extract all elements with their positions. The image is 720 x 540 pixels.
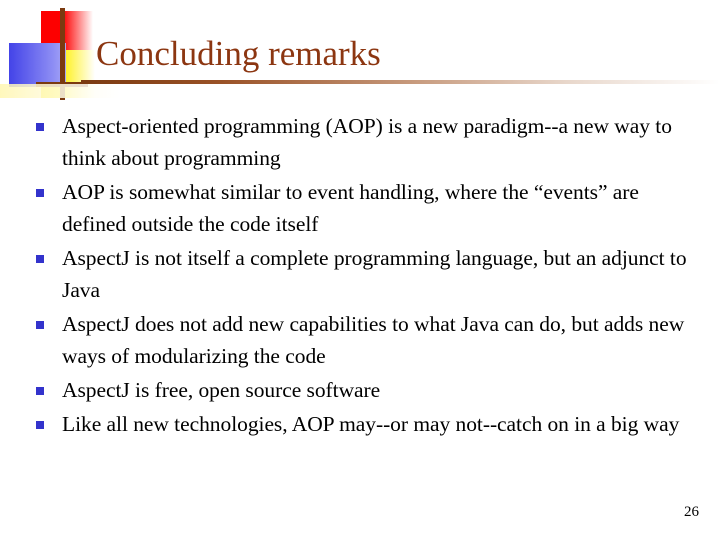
bullet-list: Aspect-oriented programming (AOP) is a n… — [32, 110, 692, 442]
list-item: Aspect-oriented programming (AOP) is a n… — [32, 110, 692, 174]
list-item-text: AspectJ does not add new capabilities to… — [62, 312, 685, 368]
list-item-text: AspectJ is free, open source software — [62, 378, 381, 402]
list-item: Like all new technologies, AOP may--or m… — [32, 408, 692, 440]
list-item: AspectJ does not add new capabilities to… — [32, 308, 692, 372]
list-item-text: AspectJ is not itself a complete program… — [62, 246, 687, 302]
list-item-text: AOP is somewhat similar to event handlin… — [62, 180, 639, 236]
square-bullet-icon — [32, 176, 62, 197]
square-bullet-icon — [32, 374, 62, 395]
square-bullet-icon — [32, 242, 62, 263]
title-rule-wash — [0, 84, 120, 98]
title-underline-rule — [81, 80, 720, 84]
blue-square-icon — [9, 43, 66, 87]
list-item-text: Aspect-oriented programming (AOP) is a n… — [62, 114, 672, 170]
list-item: AspectJ is not itself a complete program… — [32, 242, 692, 306]
square-bullet-icon — [32, 110, 62, 131]
square-bullet-icon — [32, 408, 62, 429]
list-item: AOP is somewhat similar to event handlin… — [32, 176, 692, 240]
slide-title: Concluding remarks — [96, 34, 381, 73]
page-number: 26 — [684, 504, 699, 520]
red-square-icon — [41, 11, 93, 55]
square-bullet-icon — [32, 308, 62, 329]
slide-canvas: Concluding remarks Aspect-oriented progr… — [0, 0, 720, 540]
list-item-text: Like all new technologies, AOP may--or m… — [62, 412, 680, 436]
list-item: AspectJ is free, open source software — [32, 374, 692, 406]
